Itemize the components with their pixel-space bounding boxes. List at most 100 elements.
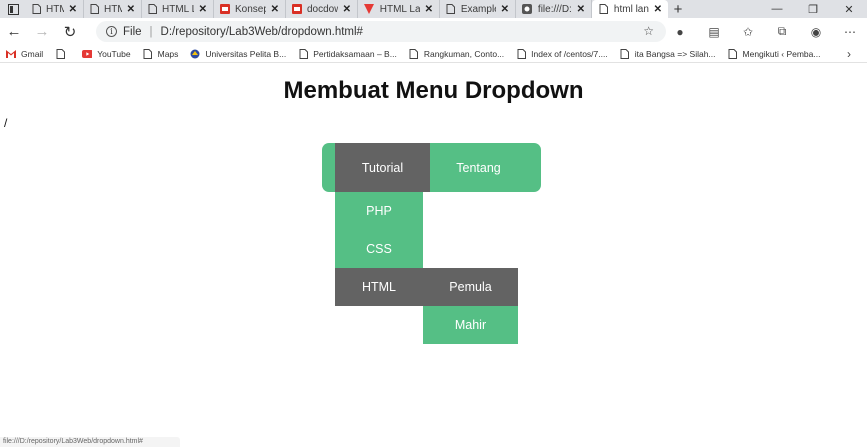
submenu-item-mahir[interactable]: Mahir [423, 306, 518, 344]
new-tab-button[interactable]: + [668, 0, 688, 18]
university-icon [190, 49, 200, 59]
minimize-icon[interactable]: — [759, 0, 795, 18]
tab-3[interactable]: HTML La ✕ [142, 0, 214, 18]
tab-8[interactable]: file:///D: ✕ [516, 0, 592, 18]
status-bar: file:///D:/repository/Lab3Web/dropdown.h… [0, 437, 180, 447]
tab-title: HTML La [379, 3, 420, 15]
bookmark-label: Universitas Pelita B... [205, 48, 287, 59]
page-icon [409, 48, 419, 59]
extension-icon[interactable]: ● [663, 25, 697, 39]
menu-item-label: HTML [361, 280, 397, 294]
bookmark-mengikuti[interactable]: Mengikuti ‹ Pemba... [728, 48, 821, 59]
tab-7[interactable]: Example ✕ [440, 0, 516, 18]
bookmark-label: Maps [157, 48, 179, 59]
favorite-star-icon[interactable]: ☆ [643, 24, 654, 38]
bookmark-gmail[interactable]: Gmail [6, 49, 43, 59]
bookmark-pertidaksamaan[interactable]: Pertidaksamaan – B... [298, 48, 397, 59]
pdf-icon [292, 4, 302, 15]
bookmark-youtube[interactable]: YouTube [82, 48, 131, 59]
page-icon [516, 48, 526, 59]
info-icon[interactable]: i [106, 26, 117, 37]
submenu-item-pemula[interactable]: Pemula [423, 268, 518, 306]
bookmark-ita-bangsa[interactable]: ita Bangsa => Silah... [620, 48, 716, 59]
stray-text: / [4, 116, 8, 130]
menu-item-label: Pemula [449, 280, 492, 294]
menu-item-tutorial[interactable]: Tutorial [335, 143, 430, 192]
close-icon[interactable]: ✕ [69, 4, 77, 15]
bookmark-maps[interactable]: Maps [143, 48, 179, 59]
close-icon[interactable]: ✕ [425, 4, 433, 15]
window-menu-icon[interactable] [0, 0, 26, 18]
bookmark-blank[interactable] [55, 48, 70, 59]
forward-button[interactable]: → [28, 18, 56, 45]
favorites-icon[interactable]: ✩ [731, 25, 765, 39]
tab-title: HTML La [162, 3, 194, 15]
reading-view-icon[interactable]: ▤ [697, 25, 731, 39]
restore-icon[interactable]: ❐ [795, 0, 831, 18]
reload-icon: ↻ [63, 23, 77, 41]
close-icon[interactable]: ✕ [654, 4, 662, 15]
bookmark-label: Index of /centos/7.... [531, 48, 608, 59]
tab-2[interactable]: HTML La ✕ [84, 0, 142, 18]
tab-4[interactable]: Konsep_ ✕ [214, 0, 286, 18]
tab-title: file:///D: [537, 3, 572, 15]
bookmark-centos[interactable]: Index of /centos/7.... [516, 48, 608, 59]
chevron-right-icon[interactable]: › [847, 47, 851, 61]
window-controls: — ❐ ✕ [759, 0, 867, 18]
tab-title: HTML La [46, 3, 64, 15]
page-icon [298, 48, 308, 59]
page-icon [446, 4, 456, 15]
collections-icon[interactable]: ⧉ [765, 24, 799, 39]
tab-title: html lan [613, 3, 649, 15]
close-window-icon[interactable]: ✕ [831, 0, 867, 18]
url-scheme-label: File [123, 25, 142, 38]
tab-title: Example [460, 3, 496, 15]
reload-button[interactable]: ↻ [56, 18, 84, 45]
close-icon[interactable]: ✕ [127, 4, 135, 15]
submenu-item-css[interactable]: CSS [335, 230, 423, 268]
page-icon [143, 48, 153, 59]
tab-strip: HTML La ✕ HTML La ✕ HTML La ✕ Konsep_ ✕ … [0, 0, 867, 18]
tab-1[interactable]: HTML La ✕ [26, 0, 84, 18]
bookmark-label: YouTube [97, 48, 131, 59]
page-icon [55, 48, 65, 59]
close-icon[interactable]: ✕ [501, 4, 509, 15]
close-icon[interactable]: ✕ [343, 4, 351, 15]
tab-5[interactable]: docdow ✕ [286, 0, 358, 18]
close-icon[interactable]: ✕ [577, 4, 585, 15]
bookmark-label: Pertidaksamaan – B... [313, 48, 397, 59]
bookmark-label: Mengikuti ‹ Pemba... [742, 48, 821, 59]
bookmark-rangkuman[interactable]: Rangkuman, Conto... [409, 48, 505, 59]
url-text: D:/repository/Lab3Web/dropdown.html# [160, 25, 363, 38]
pdf-icon [220, 4, 230, 15]
brand-v-icon [364, 4, 375, 15]
close-icon[interactable]: ✕ [199, 4, 207, 15]
tab-6[interactable]: HTML La ✕ [358, 0, 440, 18]
file-icon [522, 4, 533, 15]
page-content: Membuat Menu Dropdown / Tutorial Tentang… [0, 64, 867, 437]
bookmark-label: Gmail [21, 48, 44, 59]
bookmark-label: Rangkuman, Conto... [423, 48, 505, 59]
more-menu-icon[interactable]: ⋯ [833, 25, 867, 39]
back-button[interactable]: ← [0, 18, 28, 45]
bookmark-label: ita Bangsa => Silah... [634, 48, 716, 59]
tab-title: HTML La [104, 3, 122, 15]
close-icon[interactable]: ✕ [271, 4, 279, 15]
gmail-icon [6, 49, 16, 59]
profile-avatar-icon[interactable]: ◉ [799, 25, 833, 39]
tab-9-active[interactable]: html lan ✕ [592, 0, 668, 18]
toolbar-right: ● ▤ ✩ ⧉ ◉ ⋯ [663, 18, 867, 45]
url-field[interactable]: i File | D:/repository/Lab3Web/dropdown.… [96, 21, 666, 42]
page-icon [32, 4, 41, 15]
menu-item-label: PHP [366, 204, 392, 218]
arrow-left-icon: ← [6, 23, 22, 40]
page-icon [728, 48, 738, 59]
submenu-item-html[interactable]: HTML [335, 268, 423, 306]
bookmark-university[interactable]: Universitas Pelita B... [190, 49, 286, 59]
tab-title: Konsep_ [235, 3, 266, 15]
page-icon [598, 4, 609, 15]
page-icon [90, 4, 99, 15]
submenu-item-php[interactable]: PHP [335, 192, 423, 230]
menu-item-label: Tutorial [361, 160, 404, 175]
menu-item-tentang[interactable]: Tentang [430, 143, 527, 192]
